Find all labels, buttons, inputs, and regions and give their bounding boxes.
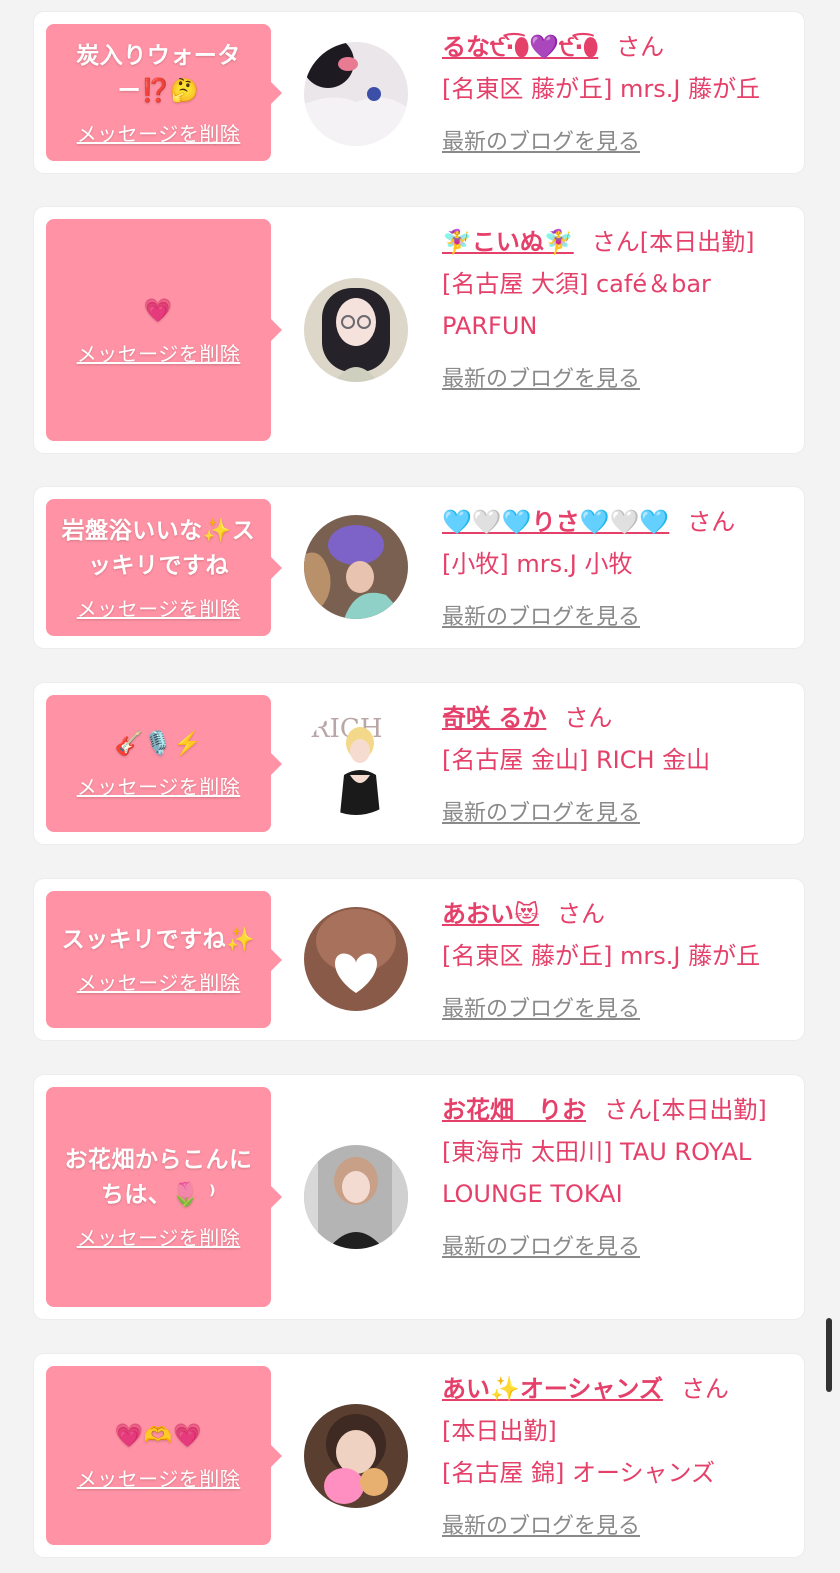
cast-name-link[interactable]: あい✨オーシャンズ (442, 1375, 663, 1403)
avatar[interactable] (304, 1404, 408, 1508)
shop-label: [小牧] mrs.J 小牧 (442, 550, 633, 578)
delete-message-link[interactable]: メッセージを削除 (77, 341, 241, 367)
avatar[interactable] (304, 278, 408, 382)
cast-name-link[interactable]: お花畑 りお (442, 1096, 586, 1124)
message-text: 岩盤浴いいな✨スッキリですね (61, 517, 256, 579)
message-text: 💗🫶💗 (114, 1423, 203, 1449)
message-list: 炭入りウォーター⁉️🤔 メッセージを削除 るな੯‧̀͡⬮💜੯‧̀͡⬮ さん [名東… (0, 0, 840, 1573)
today-badge: [本日出勤] (652, 1096, 767, 1124)
message-card: 💗 メッセージを削除 🧚‍♀️こいぬ🧚‍♀️ さん[本日出勤] [名古屋 大須] … (34, 207, 804, 453)
avatar[interactable] (304, 515, 408, 619)
avatar[interactable] (304, 42, 408, 146)
cast-name-link[interactable]: るな੯‧̀͡⬮💜੯‧̀͡⬮ (442, 33, 598, 61)
message-card: 岩盤浴いいな✨スッキリですね メッセージを削除 🩵🤍🩵りさ🩵🤍🩵 さん [小牧] … (34, 487, 804, 648)
message-bubble: スッキリですね✨ メッセージを削除 (46, 891, 282, 1028)
latest-blog-link[interactable]: 最新のブログを見る (442, 359, 640, 401)
delete-message-link[interactable]: メッセージを削除 (77, 1225, 241, 1251)
latest-blog-link[interactable]: 最新のブログを見る (442, 989, 640, 1031)
message-text: 🎸🎙️⚡️ (114, 731, 203, 757)
delete-message-link[interactable]: メッセージを削除 (77, 596, 241, 622)
honorific: さん (604, 1096, 652, 1124)
message-bubble: 💗🫶💗 メッセージを削除 (46, 1366, 282, 1545)
avatar[interactable] (304, 1145, 408, 1249)
shop-label: [名古屋 金山] RICH 金山 (442, 746, 711, 774)
shop-label: [名古屋 錦] オーシャンズ (442, 1459, 716, 1487)
message-text: スッキリですね✨ (61, 927, 256, 953)
cast-name-link[interactable]: 🩵🤍🩵りさ🩵🤍🩵 (442, 508, 669, 536)
cast-name-link[interactable]: 奇咲 るか (442, 704, 546, 732)
latest-blog-link[interactable]: 最新のブログを見る (442, 1506, 640, 1548)
message-card: スッキリですね✨ メッセージを削除 あおい😻 さん [名東区 藤が丘] mrs.J… (34, 879, 804, 1040)
latest-blog-link[interactable]: 最新のブログを見る (442, 793, 640, 835)
shop-label: [名東区 藤が丘] mrs.J 藤が丘 (442, 942, 761, 970)
message-card: 🎸🎙️⚡️ メッセージを削除 RICH 奇咲 るか さん [名古屋 金山] RIC… (34, 683, 804, 844)
avatar[interactable]: RICH (304, 711, 408, 815)
cast-info: るな੯‧̀͡⬮💜੯‧̀͡⬮ さん [名東区 藤が丘] mrs.J 藤が丘 最新のブ… (442, 26, 796, 164)
shop-label: [名東区 藤が丘] mrs.J 藤が丘 (442, 75, 761, 103)
delete-message-link[interactable]: メッセージを削除 (77, 774, 241, 800)
scrollbar[interactable] (826, 1318, 832, 1392)
message-text: 炭入りウォーター⁉️🤔 (76, 42, 241, 104)
message-text: 💗 (143, 297, 174, 324)
cast-info: 🩵🤍🩵りさ🩵🤍🩵 さん [小牧] mrs.J 小牧 最新のブログを見る (442, 501, 796, 639)
shop-label: [名古屋 大須] café＆bar PARFUN (442, 270, 711, 340)
cast-name-link[interactable]: 🧚‍♀️こいぬ🧚‍♀️ (442, 228, 574, 256)
message-bubble: 💗 メッセージを削除 (46, 219, 282, 441)
honorific: さん (687, 508, 736, 536)
cast-info: あおい😻 さん [名東区 藤が丘] mrs.J 藤が丘 最新のブログを見る (442, 893, 796, 1031)
message-bubble: お花畑からこんにちは、🌷 ⁾ メッセージを削除 (46, 1087, 282, 1307)
latest-blog-link[interactable]: 最新のブログを見る (442, 597, 640, 639)
latest-blog-link[interactable]: 最新のブログを見る (442, 1227, 640, 1269)
avatar[interactable] (304, 907, 408, 1011)
delete-message-link[interactable]: メッセージを削除 (77, 970, 241, 996)
cast-info: 奇咲 るか さん [名古屋 金山] RICH 金山 最新のブログを見る (442, 697, 796, 835)
today-badge: [本日出勤] (442, 1417, 557, 1445)
latest-blog-link[interactable]: 最新のブログを見る (442, 122, 640, 164)
shop-label: [東海市 太田川] TAU ROYAL LOUNGE TOKAI (442, 1138, 752, 1208)
honorific: さん (616, 33, 665, 61)
message-card: 💗🫶💗 メッセージを削除 あい✨オーシャンズ さん [本日出勤] [名古屋 錦] … (34, 1354, 804, 1557)
delete-message-link[interactable]: メッセージを削除 (77, 1466, 241, 1492)
honorific: さん (680, 1375, 729, 1403)
message-text: お花畑からこんにちは、🌷 ⁾ (64, 1147, 253, 1208)
today-badge: [本日出勤] (639, 228, 755, 256)
cast-info: お花畑 りお さん[本日出勤] [東海市 太田川] TAU ROYAL LOUNG… (442, 1089, 796, 1269)
honorific: さん (557, 900, 606, 928)
message-bubble: 🎸🎙️⚡️ メッセージを削除 (46, 695, 282, 832)
cast-info: あい✨オーシャンズ さん [本日出勤] [名古屋 錦] オーシャンズ 最新のブログ… (442, 1368, 796, 1548)
message-card: 炭入りウォーター⁉️🤔 メッセージを削除 るな੯‧̀͡⬮💜੯‧̀͡⬮ さん [名東… (34, 12, 804, 173)
message-bubble: 岩盤浴いいな✨スッキリですね メッセージを削除 (46, 499, 282, 636)
cast-name-link[interactable]: あおい😻 (442, 900, 539, 928)
cast-info: 🧚‍♀️こいぬ🧚‍♀️ さん[本日出勤] [名古屋 大須] café＆bar PA… (442, 221, 796, 401)
honorific: さん (564, 704, 613, 732)
message-bubble: 炭入りウォーター⁉️🤔 メッセージを削除 (46, 24, 282, 161)
delete-message-link[interactable]: メッセージを削除 (77, 121, 241, 147)
message-card: お花畑からこんにちは、🌷 ⁾ メッセージを削除 お花畑 りお さん[本日出勤] [… (34, 1075, 804, 1319)
honorific: さん (591, 228, 640, 256)
